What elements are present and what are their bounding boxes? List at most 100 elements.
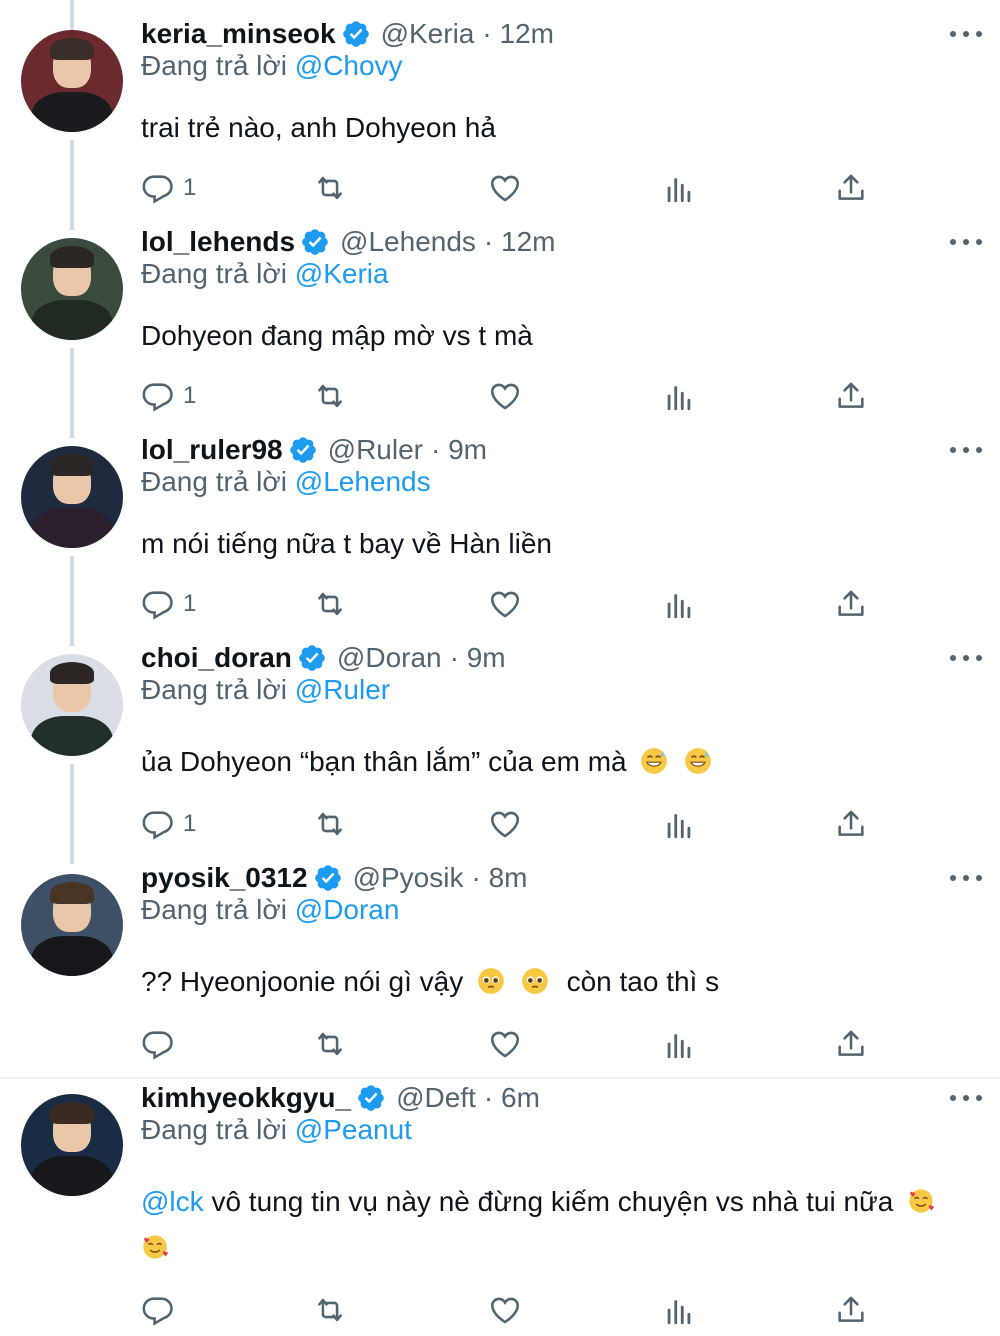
share-icon [838, 810, 864, 836]
timestamp[interactable]: · 9m [450, 642, 506, 674]
display-name[interactable]: choi_doran [141, 642, 292, 674]
reply-to-mention[interactable]: @Keria [295, 258, 389, 289]
share-button[interactable] [834, 376, 868, 416]
like-button[interactable] [488, 804, 522, 844]
like-icon [490, 1297, 520, 1324]
reply-to-mention[interactable]: @Chovy [295, 50, 403, 81]
verified-badge-icon [302, 229, 328, 255]
share-button[interactable] [834, 168, 868, 208]
pleading-face-emoji-icon [478, 968, 504, 994]
share-icon [838, 174, 864, 200]
like-button[interactable] [488, 168, 522, 208]
reply-to-mention[interactable]: @Peanut [295, 1114, 412, 1145]
tweet-text: @lck vô tung tin vụ này nè đừng kiếm chu… [141, 1180, 935, 1224]
analytics-button[interactable] [662, 168, 696, 208]
retweet-icon [318, 384, 342, 408]
reply-button[interactable] [141, 1024, 175, 1064]
like-icon [490, 1031, 520, 1058]
handle[interactable]: @Doran [337, 642, 442, 674]
retweet-button[interactable] [313, 1024, 347, 1064]
retweet-button[interactable] [313, 1290, 347, 1330]
retweet-button[interactable] [313, 804, 347, 844]
analytics-button[interactable] [662, 1024, 696, 1064]
like-icon [490, 175, 520, 202]
avatar[interactable] [21, 238, 123, 340]
share-button[interactable] [834, 1290, 868, 1330]
retweet-button[interactable] [313, 168, 347, 208]
avatar[interactable] [21, 654, 123, 756]
timestamp[interactable]: · 6m [484, 1082, 540, 1114]
share-button[interactable] [834, 804, 868, 844]
reply-button[interactable]: 1 [141, 376, 196, 416]
analytics-button[interactable] [662, 584, 696, 624]
thread-separator [0, 1077, 1000, 1079]
more-options-icon[interactable] [950, 440, 982, 460]
more-options-icon[interactable] [950, 1088, 982, 1108]
share-button[interactable] [834, 584, 868, 624]
handle[interactable]: @Lehends [340, 226, 476, 258]
handle[interactable]: @Pyosik [353, 862, 464, 894]
retweet-button[interactable] [313, 584, 347, 624]
reply-icon [142, 383, 173, 412]
reply-icon [142, 811, 173, 840]
analytics-button[interactable] [662, 1290, 696, 1330]
like-button[interactable] [488, 376, 522, 416]
like-button[interactable] [488, 584, 522, 624]
display-name[interactable]: keria_minseok [141, 18, 336, 50]
action-bar [141, 1290, 881, 1330]
verified-badge-icon [342, 21, 369, 47]
thread-line [70, 348, 74, 438]
more-options-icon[interactable] [950, 24, 982, 44]
reply-button[interactable]: 1 [141, 804, 196, 844]
more-options-icon[interactable] [950, 648, 982, 668]
action-bar: 1 [141, 168, 881, 208]
mention-link[interactable]: @lck [141, 1186, 204, 1217]
tweet-text: ?? Hyeonjoonie nói gì vậy còn tao thì s [141, 966, 720, 997]
reply-context: Đang trả lời @Chovy [141, 50, 403, 81]
timestamp[interactable]: · 8m [471, 862, 527, 894]
like-button[interactable] [488, 1290, 522, 1330]
more-options-icon[interactable] [950, 868, 982, 888]
reply-button[interactable] [141, 1290, 175, 1330]
action-bar: 1 [141, 804, 881, 844]
tweet-text: ủa Dohyeon “bạn thân lắm” của em mà [141, 740, 712, 784]
reply-button[interactable]: 1 [141, 168, 196, 208]
reply-icon [142, 175, 173, 204]
avatar[interactable] [21, 446, 123, 548]
avatar[interactable] [21, 1094, 123, 1196]
display-name[interactable]: lol_lehends [141, 226, 295, 258]
retweet-icon [318, 812, 342, 836]
display-name[interactable]: pyosik_0312 [141, 862, 308, 894]
share-button[interactable] [834, 1024, 868, 1064]
reply-to-mention[interactable]: @Doran [295, 894, 400, 925]
tweet-text: trai trẻ nào, anh Dohyeon hả [141, 112, 496, 143]
display-name[interactable]: kimhyeokkgyu_ [141, 1082, 351, 1114]
like-button[interactable] [488, 1024, 522, 1064]
reply-button[interactable]: 1 [141, 584, 196, 624]
reply-to-mention[interactable]: @Ruler [295, 674, 390, 705]
handle[interactable]: @Deft [396, 1082, 476, 1114]
verified-badge-icon [314, 865, 341, 891]
retweet-button[interactable] [313, 376, 347, 416]
share-icon [838, 382, 864, 408]
handle[interactable]: @Ruler [328, 434, 423, 466]
handle[interactable]: @Keria [381, 18, 475, 50]
avatar[interactable] [21, 874, 123, 976]
reply-to-mention[interactable]: @Lehends [295, 466, 431, 497]
action-bar: 1 [141, 376, 881, 416]
thread-line [70, 0, 74, 30]
like-icon [490, 383, 520, 410]
more-options-icon[interactable] [950, 232, 982, 252]
display-name[interactable]: lol_ruler98 [141, 434, 283, 466]
reply-count: 1 [183, 590, 197, 617]
analytics-icon [667, 1300, 691, 1325]
retweet-icon [318, 176, 342, 200]
timestamp[interactable]: · 12m [482, 18, 554, 50]
analytics-button[interactable] [662, 804, 696, 844]
timestamp[interactable]: · 9m [431, 434, 487, 466]
analytics-button[interactable] [662, 376, 696, 416]
reply-context: Đang trả lời @Doran [141, 894, 400, 925]
timestamp[interactable]: · 12m [484, 226, 556, 258]
action-bar [141, 1024, 881, 1064]
avatar[interactable] [21, 30, 123, 132]
